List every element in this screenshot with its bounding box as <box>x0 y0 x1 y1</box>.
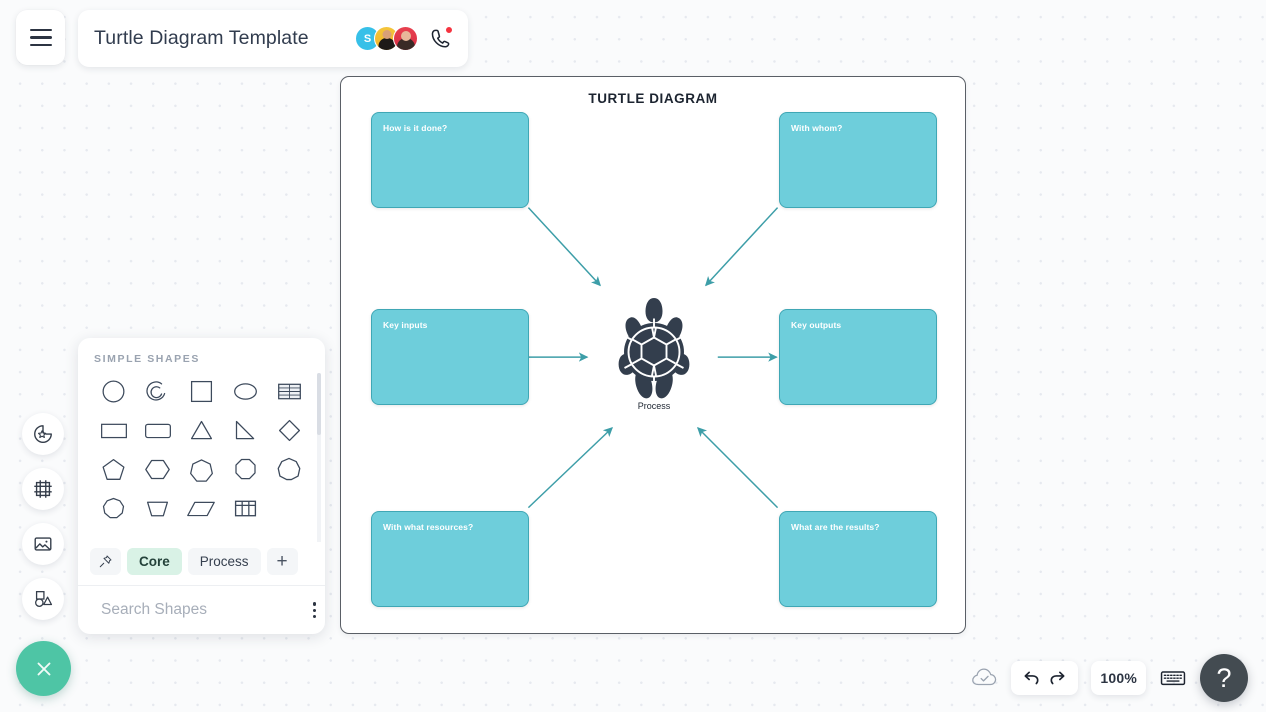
diagram-node-bottom-left[interactable]: With what resources? <box>371 511 529 607</box>
redo-icon <box>1050 671 1065 685</box>
help-button[interactable]: ? <box>1200 654 1248 702</box>
node-label: With what resources? <box>383 522 474 532</box>
avatar[interactable] <box>393 26 418 51</box>
shape-search-row <box>78 586 325 634</box>
shapes-panel: SIMPLE SHAPES Core Process + Search Shap… <box>78 338 325 634</box>
node-label: How is it done? <box>383 123 448 133</box>
hamburger-menu-icon <box>29 36 52 39</box>
turtle-icon <box>618 298 690 399</box>
shape-rectangle[interactable] <box>92 414 136 446</box>
shape-pentagon[interactable] <box>92 453 136 485</box>
rail-item-shapes[interactable] <box>22 578 64 620</box>
shape-ellipse[interactable] <box>223 375 267 407</box>
diagram-node-top-left[interactable]: How is it done? <box>371 112 529 208</box>
add-library-button[interactable]: + <box>266 548 298 576</box>
shape-square[interactable] <box>180 375 224 407</box>
shape-arc-spiral[interactable] <box>136 375 180 407</box>
shape-rounded-rectangle[interactable] <box>136 414 180 446</box>
diagram-node-middle-left[interactable]: Key inputs <box>371 309 529 405</box>
shape-right-triangle[interactable] <box>223 414 267 446</box>
shape-library-tabs: Core Process + <box>78 542 325 587</box>
center-process-label: Process <box>637 401 671 411</box>
tool-rail <box>22 413 64 620</box>
shape-heptagon[interactable] <box>180 453 224 485</box>
shape-circle[interactable] <box>92 375 136 407</box>
diagram-center-process[interactable]: Process <box>606 292 702 422</box>
tab-core[interactable]: Core <box>127 548 182 576</box>
history-controls <box>1011 661 1079 695</box>
cloud-check-icon <box>972 668 997 686</box>
rail-item-image[interactable] <box>22 523 64 565</box>
shape-triangle[interactable] <box>180 414 224 446</box>
page-title[interactable]: Turtle Diagram Template <box>94 27 309 50</box>
hamburger-menu-icon <box>29 28 52 32</box>
node-label: Key outputs <box>791 320 842 330</box>
shape-table-lined[interactable] <box>267 375 311 407</box>
node-label: With whom? <box>791 123 843 133</box>
diagram-title: TURTLE DIAGRAM <box>588 91 718 106</box>
close-x-icon <box>37 662 50 675</box>
shapes-icon <box>35 591 53 607</box>
search-input[interactable] <box>101 601 301 620</box>
phone-call-button[interactable] <box>429 26 453 50</box>
keyboard-icon <box>1160 671 1186 686</box>
hamburger-menu-button[interactable] <box>16 10 65 65</box>
shape-nonagon[interactable] <box>267 453 311 485</box>
zoom-level-label: 100% <box>1100 670 1137 686</box>
sticker-shapes-icon <box>34 425 52 443</box>
shape-decagon[interactable] <box>92 492 136 524</box>
tab-pin[interactable] <box>90 548 121 576</box>
kebab-menu-icon[interactable] <box>310 599 319 621</box>
node-label: What are the results? <box>791 522 880 532</box>
shape-empty-slot <box>267 492 311 524</box>
shapes-panel-title: SIMPLE SHAPES <box>94 353 200 365</box>
shape-hexagon[interactable] <box>136 453 180 485</box>
diagram-canvas[interactable]: TURTLE DIAGRAM How is it done? With whom… <box>340 76 966 634</box>
diagram-node-top-right[interactable]: With whom? <box>779 112 937 208</box>
save-status-button[interactable] <box>971 667 998 689</box>
undo-button[interactable] <box>1020 668 1042 688</box>
shapes-grid <box>78 365 325 528</box>
keyboard-shortcuts-button[interactable] <box>1159 667 1187 689</box>
close-button[interactable] <box>16 641 71 696</box>
rail-item-sticker[interactable] <box>22 413 64 455</box>
call-notification-badge <box>445 26 453 34</box>
shape-trapezoid[interactable] <box>136 492 180 524</box>
shape-diamond[interactable] <box>267 414 311 446</box>
undo-icon <box>1024 671 1039 685</box>
zoom-control[interactable]: 100% <box>1091 661 1146 695</box>
pin-icon <box>99 555 112 568</box>
document-titlebar: Turtle Diagram Template S <box>78 10 468 67</box>
hamburger-menu-icon <box>29 43 52 47</box>
bottom-toolbar: 100% ? <box>971 654 1248 702</box>
tab-process[interactable]: Process <box>187 548 261 576</box>
shapes-scroll-area <box>78 365 325 543</box>
shapes-scrollbar-thumb[interactable] <box>317 373 321 435</box>
frame-icon <box>34 480 52 498</box>
image-icon <box>34 537 52 551</box>
presence-avatars: S <box>355 26 453 51</box>
shape-table-grid[interactable] <box>223 492 267 524</box>
rail-item-frame[interactable] <box>22 468 64 510</box>
diagram-node-bottom-right[interactable]: What are the results? <box>779 511 937 607</box>
shape-octagon[interactable] <box>223 453 267 485</box>
redo-button[interactable] <box>1047 668 1069 688</box>
diagram-node-middle-right[interactable]: Key outputs <box>779 309 937 405</box>
shape-parallelogram[interactable] <box>180 492 224 524</box>
node-label: Key inputs <box>383 320 428 330</box>
